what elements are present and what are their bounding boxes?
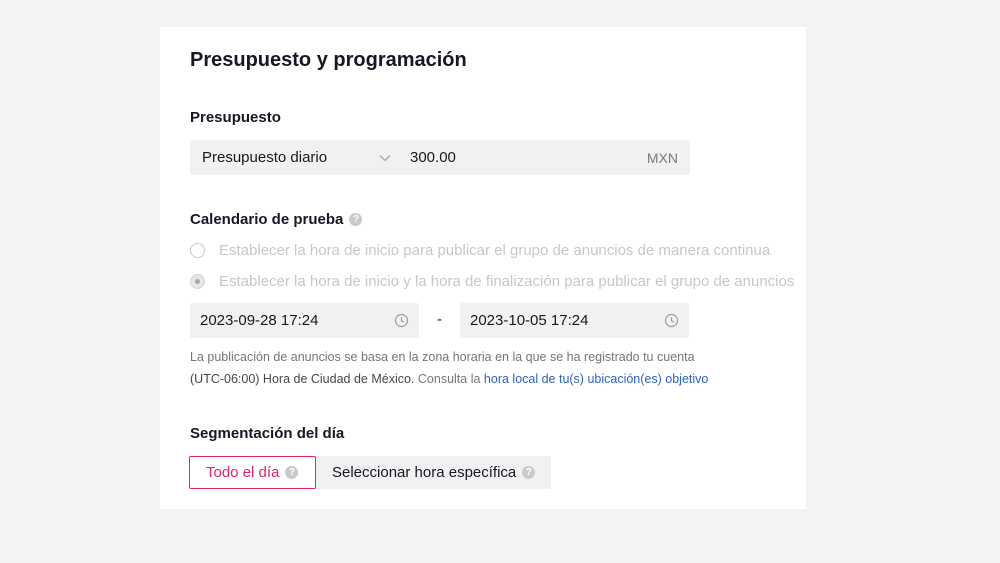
dayparting-all-day-option[interactable]: Todo el día ? — [189, 456, 316, 489]
help-icon[interactable]: ? — [285, 466, 299, 479]
schedule-label: Calendario de prueba ? — [190, 211, 363, 228]
local-time-link[interactable]: hora local de tu(s) ubicación(es) objeti… — [484, 372, 708, 386]
start-datetime-field[interactable] — [190, 303, 419, 338]
budget-row: Presupuesto diario MXN — [190, 140, 690, 175]
timezone-note: La publicación de anuncios se basa en la… — [190, 350, 709, 386]
start-datetime-input[interactable] — [200, 312, 370, 329]
budget-type-select[interactable]: Presupuesto diario — [190, 140, 398, 175]
radio-button[interactable] — [190, 243, 205, 258]
card-title: Presupuesto y programación — [190, 49, 467, 71]
date-range-separator: - — [437, 311, 442, 328]
radio-button-checked[interactable] — [190, 274, 205, 289]
schedule-option-continuous[interactable]: Establecer la hora de inicio para public… — [190, 242, 770, 259]
help-icon[interactable]: ? — [522, 466, 536, 479]
budget-schedule-card: Presupuesto y programación Presupuesto P… — [160, 27, 806, 509]
dayparting-label: Segmentación del día — [190, 425, 345, 442]
schedule-option-label: Establecer la hora de inicio y la hora d… — [219, 273, 795, 290]
budget-label: Presupuesto — [190, 109, 281, 126]
timezone-name: (UTC-06:00) Hora de Ciudad de México. — [190, 372, 415, 386]
dayparting-segmented-control: Todo el día ? Seleccionar hora específic… — [189, 456, 551, 489]
clock-icon — [394, 313, 409, 328]
end-datetime-input[interactable] — [470, 312, 640, 329]
schedule-option-start-end[interactable]: Establecer la hora de inicio y la hora d… — [190, 273, 794, 290]
help-icon[interactable]: ? — [349, 213, 363, 226]
schedule-option-label: Establecer la hora de inicio para public… — [219, 242, 771, 259]
end-datetime-field[interactable] — [460, 303, 689, 338]
chevron-down-icon — [378, 151, 392, 165]
budget-type-value: Presupuesto diario — [202, 149, 328, 166]
budget-amount-input[interactable] — [410, 149, 590, 166]
dayparting-specific-time-option[interactable]: Seleccionar hora específica ? — [316, 456, 551, 489]
budget-amount-field: MXN — [398, 140, 690, 175]
currency-label: MXN — [646, 149, 678, 166]
clock-icon — [664, 313, 679, 328]
